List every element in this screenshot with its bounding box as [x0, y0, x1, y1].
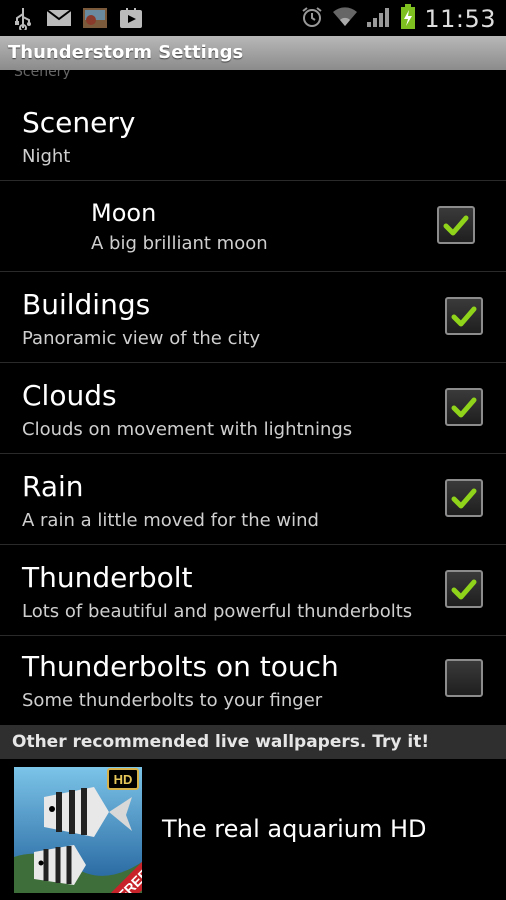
setting-summary: A big brilliant moon — [91, 233, 268, 254]
system-icons: 11:53 — [300, 4, 496, 34]
wifi-icon — [332, 6, 358, 32]
play-store-icon — [118, 5, 144, 31]
rain-checkbox[interactable] — [445, 479, 483, 517]
alarm-icon — [300, 5, 324, 33]
signal-icon — [366, 6, 392, 32]
setting-title: Thunderbolt — [22, 561, 193, 594]
checkmark-icon — [451, 579, 477, 600]
promo-title: The real aquarium HD — [162, 815, 427, 843]
setting-buildings[interactable]: Buildings Panoramic view of the city — [0, 272, 506, 363]
battery-charging-icon — [400, 4, 416, 34]
buildings-checkbox[interactable] — [445, 297, 483, 335]
recommended-section-header: Other recommended live wallpapers. Try i… — [0, 725, 506, 759]
hd-badge: HD — [114, 772, 133, 787]
setting-clouds[interactable]: Clouds Clouds on movement with lightning… — [0, 363, 506, 454]
checkmark-icon — [451, 397, 477, 418]
setting-summary: Clouds on movement with lightnings — [22, 419, 353, 440]
setting-summary: Some thunderbolts to your finger — [22, 690, 323, 711]
setting-title: Thunderbolts on touch — [22, 650, 339, 683]
setting-scenery[interactable]: Scenery Night — [0, 90, 506, 181]
setting-title: Clouds — [22, 379, 117, 412]
setting-title: Buildings — [22, 288, 151, 321]
aquarium-thumbnail: HD FREE — [14, 767, 142, 893]
setting-thunderbolts-on-touch[interactable]: Thunderbolts on touch Some thunderbolts … — [0, 636, 506, 725]
page-title: Thunderstorm Settings — [8, 42, 244, 63]
checkmark-icon — [443, 215, 469, 236]
title-bar: Thunderstorm Settings — [0, 36, 506, 70]
status-bar: 11:53 — [0, 0, 506, 36]
checkmark-icon — [451, 488, 477, 509]
setting-rain[interactable]: Rain A rain a little moved for the wind — [0, 454, 506, 545]
setting-summary: Night — [22, 146, 71, 167]
setting-moon[interactable]: Moon A big brilliant moon — [0, 181, 506, 272]
thunderbolts-on-touch-checkbox[interactable] — [445, 659, 483, 697]
setting-title: Scenery — [22, 106, 136, 139]
setting-title: Rain — [22, 470, 84, 503]
setting-summary: Panoramic view of the city — [22, 328, 261, 349]
promo-item-aquarium[interactable]: HD FREE The real aquarium HD — [0, 759, 506, 900]
moon-checkbox[interactable] — [437, 206, 475, 244]
scrolled-category-header: Scenery — [14, 70, 71, 80]
clock: 11:53 — [424, 5, 496, 33]
clouds-checkbox[interactable] — [445, 388, 483, 426]
setting-summary: Lots of beautiful and powerful thunderbo… — [22, 601, 413, 622]
setting-thunderbolt[interactable]: Thunderbolt Lots of beautiful and powerf… — [0, 545, 506, 636]
notification-icons — [10, 5, 144, 31]
photo-icon — [82, 5, 108, 31]
setting-summary: A rain a little moved for the wind — [22, 510, 319, 531]
setting-title: Moon — [91, 199, 157, 227]
usb-icon — [10, 5, 36, 31]
mail-icon — [46, 5, 72, 31]
section-label: Other recommended live wallpapers. Try i… — [12, 732, 430, 752]
checkmark-icon — [451, 306, 477, 327]
thunderbolt-checkbox[interactable] — [445, 570, 483, 608]
